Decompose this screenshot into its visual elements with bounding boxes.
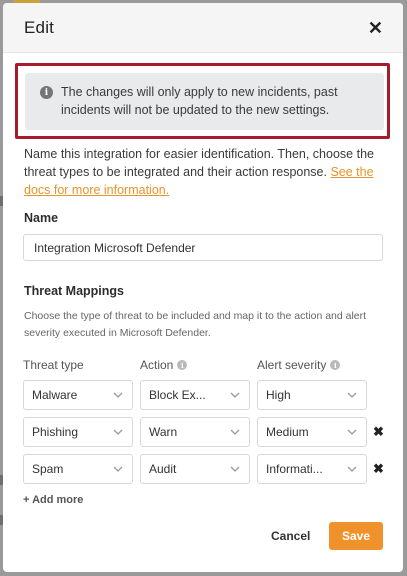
intro-description: Name this integration for easier identif… (24, 147, 374, 179)
threat-type-select[interactable]: Phishing (23, 417, 133, 447)
alert-severity-value: Medium (266, 425, 309, 439)
chevron-down-icon (347, 392, 357, 398)
threat-mappings-description: Choose the type of threat to be included… (24, 310, 367, 339)
chevron-down-icon (230, 429, 240, 435)
action-value: Warn (149, 425, 178, 439)
alert-severity-select[interactable]: Informati... (257, 454, 367, 484)
threat-type-select[interactable]: Malware (23, 380, 133, 410)
action-info-icon[interactable]: i (177, 360, 188, 370)
cancel-button[interactable]: Cancel (269, 525, 312, 547)
name-input[interactable] (23, 234, 383, 261)
modal-header: Edit ✕ (3, 3, 403, 53)
remove-row-icon[interactable]: ✖ (373, 424, 384, 440)
modal-title: Edit (24, 17, 55, 37)
alert-severity-select[interactable]: Medium (257, 417, 367, 447)
chevron-down-icon (113, 429, 123, 435)
alert-severity-select[interactable]: High (257, 380, 367, 410)
name-label: Name (24, 211, 59, 225)
save-button[interactable]: Save (329, 522, 383, 550)
column-threat-label: Threat type (23, 358, 84, 372)
threat-type-value: Spam (32, 462, 64, 476)
column-header-action: Action i (140, 358, 188, 372)
threat-type-value: Phishing (32, 425, 79, 439)
severity-info-icon[interactable]: i (330, 360, 341, 370)
action-select[interactable]: Audit (140, 454, 250, 484)
add-more-button[interactable]: + Add more (23, 494, 83, 506)
action-value: Block Ex... (149, 388, 206, 402)
action-select[interactable]: Warn (140, 417, 250, 447)
threat-type-select[interactable]: Spam (23, 454, 133, 484)
chevron-down-icon (230, 466, 240, 472)
chevron-down-icon (113, 466, 123, 472)
chevron-down-icon (347, 429, 357, 435)
close-icon[interactable]: ✕ (368, 19, 383, 37)
alert-severity-value: Informati... (266, 462, 323, 476)
column-action-label: Action (140, 358, 174, 372)
mapping-row: Malware Block Ex... High (3, 380, 403, 410)
remove-row-icon[interactable]: ✖ (373, 461, 384, 477)
edit-modal: Edit ✕ i The changes will only apply to … (3, 3, 403, 572)
column-header-threat-type: Threat type (23, 358, 84, 372)
alert-severity-value: High (266, 388, 291, 402)
notice-text: The changes will only apply to new incid… (61, 85, 338, 117)
threat-mappings-label: Threat Mappings (24, 284, 125, 298)
action-select[interactable]: Block Ex... (140, 380, 250, 410)
threat-type-value: Malware (32, 388, 78, 402)
info-icon: i (40, 86, 53, 99)
column-severity-label: Alert severity (257, 358, 327, 372)
mapping-row: Phishing Warn Medium ✖ (3, 417, 403, 447)
notice-banner: i The changes will only apply to new inc… (25, 73, 384, 130)
action-value: Audit (149, 462, 177, 476)
chevron-down-icon (113, 392, 123, 398)
mapping-row: Spam Audit Informati... ✖ (3, 454, 403, 484)
intro-text: Name this integration for easier identif… (24, 145, 384, 199)
column-header-alert-severity: Alert severity i (257, 358, 341, 372)
chevron-down-icon (347, 466, 357, 472)
chevron-down-icon (230, 392, 240, 398)
